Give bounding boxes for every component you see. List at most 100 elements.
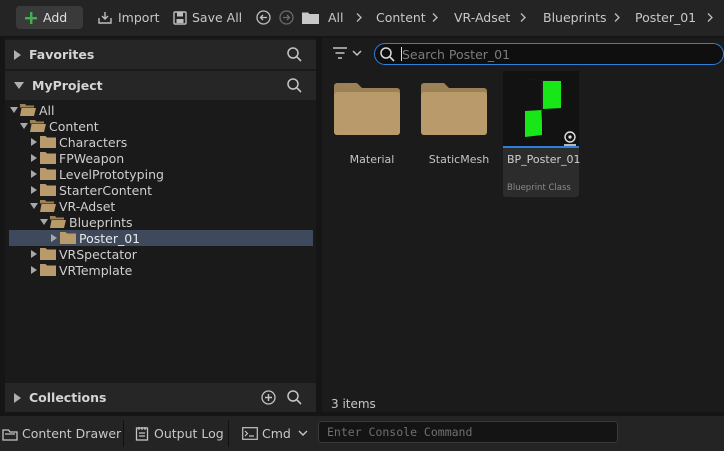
collapse-arrow-icon — [14, 82, 24, 89]
tree-item-label: All — [39, 102, 55, 118]
tree-item[interactable]: LevelPrototyping — [9, 166, 313, 182]
breadcrumb-vr-adset[interactable]: VR-Adset — [454, 10, 510, 25]
asset-folder-material[interactable]: Material — [334, 71, 410, 197]
breadcrumb-poster-01[interactable]: Poster_01 — [635, 10, 696, 25]
tree-item[interactable]: StarterContent — [9, 182, 313, 198]
search-input[interactable] — [402, 46, 702, 62]
folder-icon — [302, 12, 319, 24]
sources-panel: Favorites MyProject All Content Characters… — [5, 38, 316, 412]
breadcrumb-separator-icon — [614, 13, 620, 22]
folder-icon — [40, 136, 56, 148]
add-button-label: Add — [43, 10, 68, 25]
folder-open-icon — [30, 120, 46, 132]
status-separator — [228, 420, 229, 447]
folder-open-icon — [40, 200, 56, 212]
import-icon — [98, 11, 112, 24]
breadcrumb-blueprints[interactable]: Blueprints — [543, 10, 607, 25]
add-circle-icon[interactable] — [261, 390, 276, 405]
tree-item[interactable]: Content — [9, 118, 313, 134]
tree-item-label: Content — [49, 118, 99, 134]
item-count: 3 items — [331, 397, 376, 411]
tree-item[interactable]: VRTemplate — [9, 262, 313, 278]
content-drawer-label: Content Drawer — [22, 426, 122, 441]
tree-item[interactable]: FPWeapon — [9, 150, 313, 166]
tree-item-label: FPWeapon — [59, 150, 125, 166]
folder-icon — [40, 168, 56, 180]
forward-icon[interactable] — [279, 10, 294, 25]
tree-item-label: Characters — [59, 134, 128, 150]
search-icon[interactable] — [287, 47, 302, 62]
console-command-input[interactable] — [318, 421, 618, 443]
collapse-arrow-icon[interactable] — [30, 202, 38, 210]
content-browser: Material StaticMesh BP_Poster_01 Bluepri… — [322, 38, 724, 412]
tree-item[interactable]: All — [9, 102, 313, 118]
breadcrumb-content[interactable]: Content — [376, 10, 426, 25]
content-drawer-icon — [2, 428, 18, 441]
tree-item-label: Poster_01 — [79, 230, 141, 246]
asset-folder-staticmesh[interactable]: StaticMesh — [421, 71, 497, 197]
folder-icon — [40, 248, 56, 260]
folder-icon — [334, 83, 400, 135]
save-all-button[interactable]: Save All — [173, 6, 242, 29]
content-drawer-button[interactable]: Content Drawer — [2, 425, 121, 442]
cmd-dropdown[interactable]: Cmd — [242, 425, 308, 442]
tree-item[interactable]: VRSpectator — [9, 246, 313, 262]
save-all-button-label: Save All — [192, 10, 243, 25]
import-button[interactable]: Import — [97, 6, 160, 29]
add-button[interactable]: Add — [16, 6, 83, 29]
back-icon[interactable] — [256, 10, 271, 25]
collapse-arrow-icon[interactable] — [10, 106, 18, 114]
expand-arrow-icon[interactable] — [30, 266, 38, 274]
collapse-arrow-icon[interactable] — [20, 122, 28, 130]
breadcrumb-separator-icon — [356, 13, 362, 22]
status-bar: Content Drawer Output Log Cmd — [0, 416, 724, 451]
output-log-button[interactable]: Output Log — [135, 425, 224, 442]
search-box[interactable] — [374, 43, 724, 65]
folder-open-icon — [20, 104, 36, 116]
folder-icon — [40, 184, 56, 196]
tree-item[interactable]: Poster_01 — [9, 230, 313, 246]
asset-name: BP_Poster_01 — [507, 153, 581, 166]
save-icon — [173, 10, 187, 25]
search-icon — [380, 46, 395, 62]
favorites-title: Favorites — [29, 47, 95, 62]
tree-item[interactable]: VR-Adset — [9, 198, 313, 214]
expand-arrow-icon[interactable] — [30, 250, 38, 258]
expand-arrow-icon — [14, 392, 21, 403]
plus-icon — [25, 11, 37, 24]
folder-icon — [40, 152, 56, 164]
expand-arrow-icon[interactable] — [30, 154, 38, 162]
project-title: MyProject — [32, 78, 103, 93]
expand-arrow-icon[interactable] — [30, 138, 38, 146]
asset-name: StaticMesh — [428, 153, 490, 166]
favorites-header[interactable]: Favorites — [5, 40, 316, 69]
folder-icon — [40, 264, 56, 276]
cmd-label: Cmd — [262, 426, 291, 441]
filter-button[interactable] — [332, 46, 362, 60]
status-separator — [123, 420, 124, 447]
folder-open-icon — [50, 216, 66, 228]
expand-arrow-icon[interactable] — [50, 234, 58, 242]
expand-arrow-icon[interactable] — [30, 186, 38, 194]
breadcrumb-separator-icon — [707, 13, 713, 22]
folder-icon — [421, 83, 487, 135]
cmd-icon — [242, 427, 258, 440]
poster-thumbnail-icon — [503, 71, 579, 147]
filter-icon — [333, 47, 362, 59]
breadcrumb-all[interactable]: All — [328, 10, 344, 25]
import-button-label: Import — [118, 10, 160, 25]
top-toolbar: Add Import Save All All Content VR-Adset… — [0, 0, 724, 36]
myproject-header[interactable]: MyProject — [5, 71, 316, 100]
search-icon[interactable] — [287, 78, 302, 93]
tree-item-label: VR-Adset — [59, 198, 116, 214]
collapse-arrow-icon[interactable] — [40, 218, 48, 226]
expand-arrow-icon — [14, 49, 21, 60]
search-icon[interactable] — [287, 390, 302, 405]
output-log-icon — [135, 427, 149, 441]
collections-header[interactable]: Collections — [5, 383, 316, 412]
expand-arrow-icon[interactable] — [30, 170, 38, 178]
asset-blueprint-bp-poster-01[interactable]: BP_Poster_01 Blueprint Class — [503, 71, 581, 197]
tree-item[interactable]: Blueprints — [9, 214, 313, 230]
breadcrumb-separator-icon — [520, 13, 526, 22]
tree-item[interactable]: Characters — [9, 134, 313, 150]
